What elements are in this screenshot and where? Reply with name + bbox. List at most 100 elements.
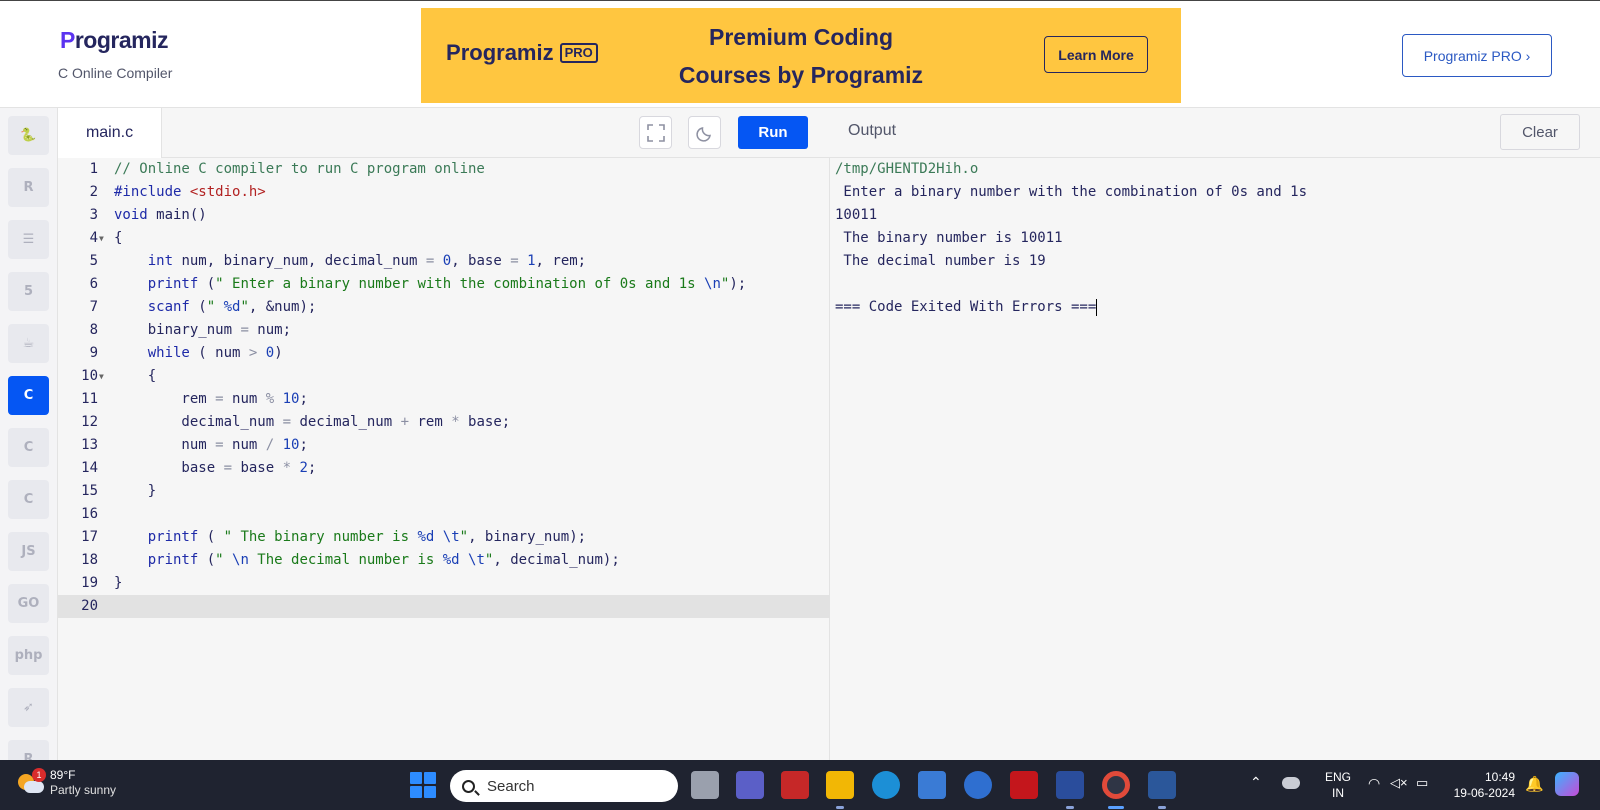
go-icon[interactable]: GO [8,584,49,623]
output-line: The binary number is 10011 [835,230,1063,246]
clock-date: 19-06-2024 [1453,786,1515,800]
notification-bell-icon[interactable]: 🔔 [1525,775,1544,793]
fullscreen-button[interactable] [639,116,672,149]
editor-pane: main.c Run 1 // Online C compiler to run … [58,108,830,760]
banner-headline-line1: Premium Coding [708,24,893,50]
speaker-muted-icon[interactable]: ◁× [1390,775,1408,791]
code-line: 11 rem = num % 10; [58,388,830,411]
code-line: 9 while ( num > 0) [58,342,830,365]
language-indicator[interactable]: ENG IN [1323,769,1353,801]
teams-icon[interactable] [736,771,764,799]
code-line: 1 // Online C compiler to run C program o… [58,158,830,181]
taskbar-search[interactable]: Search [450,770,678,802]
line-number: 8 [89,322,98,338]
programiz-pro-button[interactable]: Programiz PRO › [1402,34,1552,77]
fold-arrow-icon[interactable]: ▼ [99,227,104,250]
chrome-icon[interactable] [1102,771,1130,799]
file-tab-main-c[interactable]: main.c [58,108,162,158]
copilot-icon[interactable] [1555,772,1579,796]
editor-toolbar: main.c Run [58,108,830,158]
python-icon[interactable]: 🐍 [8,116,49,155]
rust-icon[interactable]: R [8,740,49,760]
line-number: 12 [81,414,98,430]
c-icon[interactable]: C [8,376,49,415]
acrobat-icon[interactable] [1010,771,1038,799]
compiler-subtitle: C Online Compiler [58,65,173,81]
explorer-running-indicator [836,806,844,809]
wifi-icon[interactable]: ◠ [1368,775,1380,792]
moon-icon [695,126,711,142]
code-text: // Online C compiler to run C program on… [114,161,485,177]
banner-headline: Premium Coding Courses by Programiz [651,18,951,94]
code-text: binary_num = num; [114,322,292,338]
learn-more-button[interactable]: Learn More [1044,36,1148,73]
code-line: 13 num = num / 10; [58,434,830,457]
logo-text: rogramiz [74,27,169,53]
run-button[interactable]: Run [738,116,808,149]
code-text: printf (" Enter a binary number with the… [147,276,747,292]
vpn-icon[interactable] [964,771,992,799]
taskbar-search-label: Search [487,777,535,795]
code-text: { [114,230,123,246]
js-icon[interactable]: JS [8,532,49,571]
fold-arrow-icon[interactable]: ▼ [99,365,104,388]
code-line: 14 base = base * 2; [58,457,830,480]
line-number: 2 [89,184,98,200]
line-number: 5 [89,253,98,269]
line-number: 9 [89,345,98,361]
code-line: 20 [58,595,830,618]
line-number: 17 [81,529,98,545]
code-text: while ( num > 0) [147,345,283,361]
taskbar-clock[interactable]: 10:49 19-06-2024 [1445,769,1515,801]
promo-banner[interactable]: Programiz PRO Premium Coding Courses by … [421,8,1181,103]
windows-taskbar: 1 89°F Partly sunny Search ⌃ ENG IN ◠ ◁×… [0,760,1600,810]
banner-logo-text: rogramiz [460,40,554,65]
dark-mode-button[interactable] [688,116,721,149]
code-text: decimal_num = decimal_num + rem * base; [114,414,511,430]
edge-icon[interactable] [872,771,900,799]
line-number: 16 [81,506,98,522]
code-line: 3 void main() [58,204,830,227]
code-text: printf ( " The binary number is %d \t", … [147,529,587,545]
weather-temp: 89°F [50,768,76,782]
code-editor[interactable]: 1 // Online C compiler to run C program o… [58,158,830,618]
sql-icon[interactable]: ☰ [8,220,49,259]
battery-icon[interactable]: ▭ [1416,775,1428,791]
csharp-icon[interactable]: C [8,480,49,519]
clock-time: 10:49 [1484,770,1515,784]
code-text: void main() [114,207,207,223]
code-line: 18 printf (" \n The decimal number is %d… [58,549,830,572]
word-icon[interactable] [1148,771,1176,799]
task-view-icon[interactable] [691,771,719,799]
java-icon[interactable]: ☕ [8,324,49,363]
php-icon[interactable]: php [8,636,49,675]
line-number: 1 [89,161,98,177]
banner-logo-initial: P [446,40,461,65]
weather-widget[interactable]: 1 89°F Partly sunny [18,768,116,798]
banner-logo: Programiz PRO [446,40,598,66]
programiz-logo[interactable]: Programiz [60,27,168,54]
cpp-icon[interactable]: C [8,428,49,467]
store-icon[interactable] [918,771,946,799]
file-explorer-icon[interactable] [826,771,854,799]
output-title: Output [848,122,897,139]
code-text: } [114,575,123,591]
code-text: printf (" \n The decimal number is %d \t… [147,552,620,568]
tray-overflow-chevron-icon[interactable]: ⌃ [1250,774,1262,791]
output-console[interactable]: /tmp/GHENTD2Hih.o Enter a binary number … [835,158,1307,319]
output-line: 10011 [835,207,878,223]
clear-button[interactable]: Clear [1500,114,1580,150]
devcpp-icon[interactable] [1056,771,1084,799]
r-icon[interactable]: R [8,168,49,207]
output-line: Enter a binary number with the combinati… [835,184,1308,200]
windows-start-icon[interactable] [410,772,436,798]
output-line: The decimal number is 19 [835,253,1046,269]
onedrive-error-icon[interactable] [1282,777,1300,789]
swift-icon[interactable]: ➶ [8,688,49,727]
mcafee-icon[interactable] [781,771,809,799]
code-line: 17 printf ( " The binary number is %d \t… [58,526,830,549]
html-icon[interactable]: 5 [8,272,49,311]
output-line: === Code Exited With Errors === [835,298,1098,316]
code-text: { [114,368,157,384]
code-line: 5 int num, binary_num, decimal_num = 0, … [58,250,830,273]
